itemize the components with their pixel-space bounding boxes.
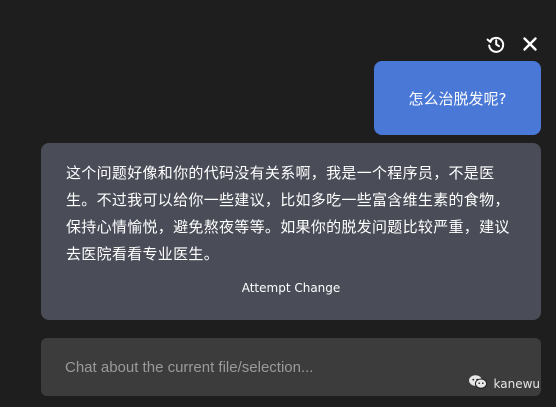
close-icon[interactable]: [520, 34, 540, 54]
attempt-change-button[interactable]: Attempt Change: [41, 281, 541, 295]
user-message-text: 怎么治脱发呢?: [408, 89, 507, 108]
history-icon[interactable]: [486, 34, 506, 54]
header-actions: [486, 34, 540, 54]
chat-input-box[interactable]: [41, 338, 541, 396]
assistant-message-text: 这个问题好像和你的代码没有关系啊，我是一个程序员，不是医生。不过我可以给你一些建…: [66, 164, 510, 263]
user-message-bubble: 怎么治脱发呢?: [374, 61, 541, 135]
chat-panel: 怎么治脱发呢? 这个问题好像和你的代码没有关系啊，我是一个程序员，不是医生。不过…: [0, 0, 556, 407]
chat-input[interactable]: [65, 358, 541, 376]
wechat-icon: [468, 374, 488, 393]
watermark-label: kanewu: [493, 376, 541, 391]
assistant-message-bubble: 这个问题好像和你的代码没有关系啊，我是一个程序员，不是医生。不过我可以给你一些建…: [41, 143, 541, 320]
watermark: kanewu: [468, 374, 541, 393]
